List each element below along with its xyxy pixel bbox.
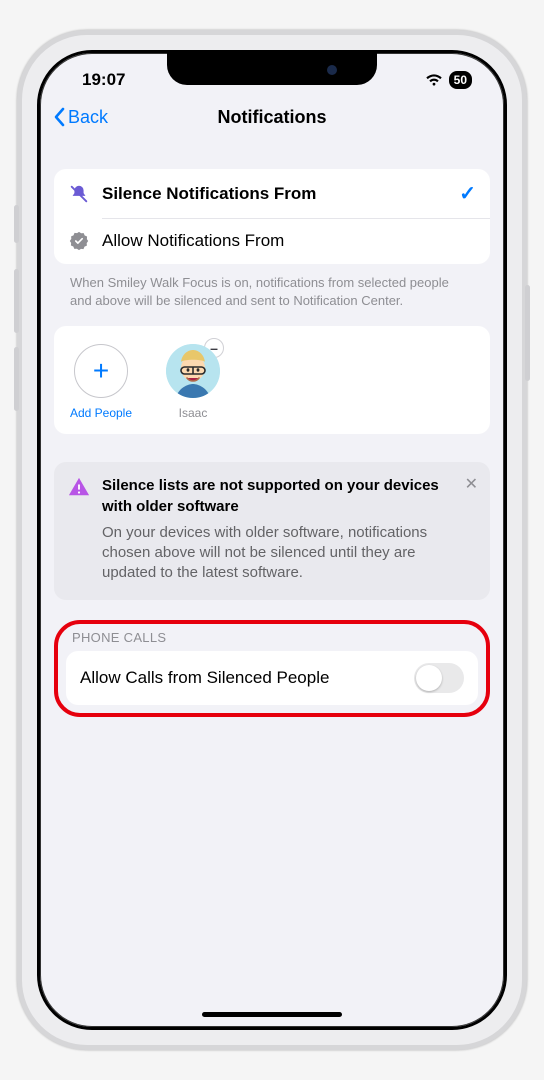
highlight-annotation: PHONE CALLS Allow Calls from Silenced Pe… bbox=[54, 620, 490, 717]
silence-from-label: Silence Notifications From bbox=[102, 184, 316, 204]
nav-bar: Back Notifications bbox=[40, 93, 504, 141]
home-indicator[interactable] bbox=[202, 1012, 342, 1017]
wifi-icon bbox=[425, 73, 443, 87]
warning-icon bbox=[68, 476, 90, 503]
notch bbox=[167, 53, 377, 85]
allow-from-label: Allow Notifications From bbox=[102, 231, 284, 251]
add-people-label: Add People bbox=[70, 406, 132, 420]
back-label: Back bbox=[68, 107, 108, 128]
avatar bbox=[166, 344, 220, 398]
page-title: Notifications bbox=[40, 107, 504, 128]
person-name: Isaac bbox=[179, 406, 208, 420]
warning-body: On your devices with older software, not… bbox=[102, 523, 476, 584]
chevron-left-icon bbox=[52, 107, 66, 127]
allow-calls-label: Allow Calls from Silenced People bbox=[80, 668, 329, 688]
silence-from-row[interactable]: Silence Notifications From ✓ bbox=[54, 169, 490, 218]
battery-indicator: 50 bbox=[449, 71, 472, 89]
bell-slash-icon bbox=[68, 183, 90, 205]
allow-calls-row[interactable]: Allow Calls from Silenced People bbox=[66, 651, 478, 705]
phone-calls-header: PHONE CALLS bbox=[72, 630, 472, 645]
check-icon: ✓ bbox=[459, 181, 476, 206]
notification-mode-group: Silence Notifications From ✓ Allow Notif… bbox=[54, 169, 490, 264]
compatibility-warning: ✕ Silence lists are not supported on you… bbox=[54, 462, 490, 599]
status-time: 19:07 bbox=[82, 70, 125, 90]
allow-from-row[interactable]: Allow Notifications From bbox=[54, 218, 490, 264]
person-item[interactable]: – Isaac bbox=[158, 344, 228, 420]
mode-footer-text: When Smiley Walk Focus is on, notificati… bbox=[54, 264, 490, 314]
people-card: + Add People – bbox=[54, 326, 490, 434]
allow-calls-toggle[interactable] bbox=[414, 663, 464, 693]
warning-title: Silence lists are not supported on your … bbox=[102, 476, 476, 517]
seal-check-icon bbox=[68, 230, 90, 252]
plus-icon: + bbox=[74, 344, 128, 398]
add-people-button[interactable]: + Add People bbox=[66, 344, 136, 420]
back-button[interactable]: Back bbox=[52, 107, 108, 128]
close-icon[interactable]: ✕ bbox=[465, 474, 478, 494]
